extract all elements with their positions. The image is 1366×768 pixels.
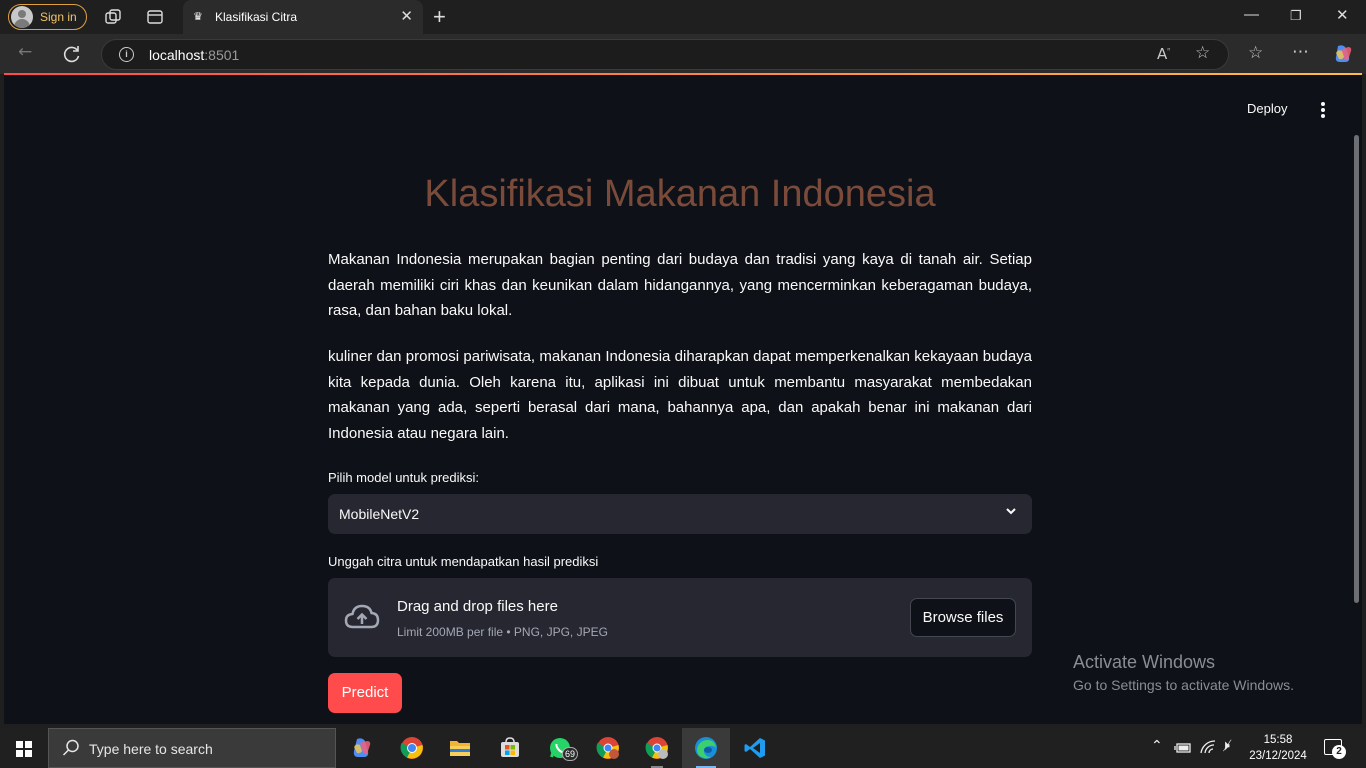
search-icon — [62, 739, 79, 756]
vscode-icon — [744, 738, 765, 758]
predict-button[interactable]: Predict — [328, 673, 402, 713]
clock-date: 23/12/2024 — [1249, 750, 1307, 762]
notifications-icon[interactable]: 2 — [1324, 739, 1346, 759]
close-tab-icon[interactable]: ✕ — [400, 7, 413, 25]
chrome-icon — [400, 737, 423, 759]
dropzone-title: Drag and drop files here — [397, 598, 558, 615]
upload-label: Unggah citra untuk mendapatkan hasil pre… — [328, 554, 599, 569]
activate-windows-watermark: Activate Windows Go to Settings to activ… — [1073, 652, 1294, 693]
refresh-icon[interactable] — [62, 44, 82, 64]
taskbar-chrome[interactable] — [388, 728, 436, 768]
main-menu-icon[interactable] — [1317, 102, 1329, 118]
chrome-profile-icon — [645, 737, 668, 759]
taskbar: Type here to search 69 ⌃ 🕨̸ 15:58 23/12/… — [0, 728, 1366, 768]
sign-in-button[interactable]: Sign in — [8, 4, 87, 30]
tab-actions-icon[interactable] — [146, 8, 164, 26]
tab-title: Klasifikasi Citra — [215, 10, 298, 24]
intro-paragraph-2: kuliner dan promosi pariwisata, makanan … — [328, 348, 1032, 443]
url-port: :8501 — [204, 47, 240, 63]
search-placeholder: Type here to search — [89, 741, 213, 757]
folder-icon — [450, 741, 470, 756]
url-text: localhost:8501 — [149, 47, 239, 63]
notification-count: 2 — [1332, 745, 1346, 759]
new-tab-icon[interactable]: + — [433, 4, 446, 30]
deploy-button[interactable]: Deploy — [1247, 101, 1287, 116]
page-scrollbar[interactable] — [1354, 135, 1359, 603]
file-dropzone[interactable]: Drag and drop files here Limit 200MB per… — [328, 578, 1032, 657]
active-tab[interactable]: ♛ Klasifikasi Citra ✕ — [183, 0, 423, 34]
taskbar-edge[interactable] — [682, 728, 730, 768]
taskbar-whatsapp[interactable]: 69 — [536, 728, 584, 768]
taskbar-copilot[interactable] — [338, 728, 386, 768]
model-select-label: Pilih model untuk prediksi: — [328, 470, 480, 485]
taskbar-chrome-profile-2[interactable] — [633, 728, 681, 768]
site-info-icon[interactable]: i — [119, 47, 134, 62]
taskbar-search-box[interactable]: Type here to search — [48, 728, 336, 768]
workspaces-icon[interactable] — [104, 8, 122, 26]
taskbar-chrome-profile-1[interactable] — [584, 728, 632, 768]
show-hidden-icons-icon[interactable]: ⌃ — [1151, 738, 1163, 754]
whatsapp-badge: 69 — [562, 747, 579, 761]
battery-icon[interactable] — [1174, 741, 1192, 755]
more-options-icon[interactable]: ⋯ — [1292, 42, 1309, 62]
minimize-icon[interactable]: — — [1244, 6, 1259, 23]
page-title: Klasifikasi Makanan Indonesia — [424, 173, 936, 215]
app-page: Deploy Klasifikasi Makanan Indonesia Mak… — [4, 75, 1362, 724]
wifi-icon[interactable] — [1199, 739, 1217, 755]
watermark-line-2: Go to Settings to activate Windows. — [1073, 677, 1294, 693]
close-window-icon[interactable]: ✕ — [1336, 6, 1349, 24]
cloud-upload-icon — [344, 604, 380, 629]
volume-muted-icon[interactable]: 🕨̸ — [1221, 738, 1230, 754]
streamlit-favicon-icon: ♛ — [193, 10, 203, 23]
copilot-icon[interactable] — [1332, 43, 1354, 65]
browse-files-button[interactable]: Browse files — [910, 598, 1016, 637]
taskbar-vscode[interactable] — [731, 728, 779, 768]
taskbar-file-explorer[interactable] — [436, 728, 484, 768]
edge-icon — [695, 737, 717, 759]
address-bar: ← i localhost:8501 Aⁿ ☆ ☆ ⋯ — [0, 34, 1366, 74]
system-clock[interactable]: 15:58 23/12/2024 — [1244, 732, 1312, 764]
favorites-icon[interactable]: ☆ — [1248, 43, 1263, 63]
intro-paragraph-1: Makanan Indonesia merupakan bagian penti… — [328, 251, 1032, 320]
store-icon — [501, 737, 519, 757]
chevron-down-icon — [1006, 508, 1016, 515]
model-select[interactable]: MobileNetV2 — [328, 494, 1032, 534]
back-icon[interactable]: ← — [18, 42, 32, 62]
read-aloud-icon[interactable]: Aⁿ — [1157, 45, 1170, 63]
model-select-value: MobileNetV2 — [339, 506, 420, 522]
url-field[interactable]: i localhost:8501 Aⁿ ☆ — [101, 39, 1229, 70]
restore-icon[interactable]: ❐ — [1290, 8, 1302, 24]
taskbar-store[interactable] — [486, 728, 534, 768]
sign-in-label: Sign in — [40, 10, 77, 24]
watermark-line-1: Activate Windows — [1073, 652, 1216, 672]
url-host: localhost — [149, 47, 205, 63]
profile-avatar-icon — [11, 6, 33, 28]
favorite-star-icon[interactable]: ☆ — [1195, 43, 1210, 63]
tab-bar: Sign in ♛ Klasifikasi Citra ✕ + — ❐ ✕ — [0, 0, 1366, 34]
dropzone-hint: Limit 200MB per file • PNG, JPG, JPEG — [397, 625, 608, 639]
windows-start-icon[interactable] — [16, 741, 32, 757]
clock-time: 15:58 — [1263, 734, 1293, 746]
copilot-app-icon — [353, 738, 371, 757]
chrome-profile-icon — [596, 737, 619, 759]
